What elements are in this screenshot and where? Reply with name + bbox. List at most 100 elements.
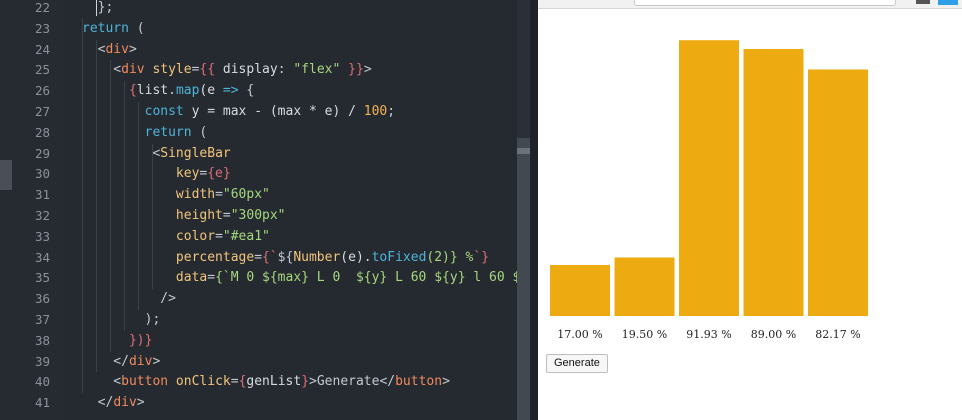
code-line[interactable]: 38 })} (0, 331, 538, 352)
code-token: "300px" (230, 208, 286, 223)
line-code: <button onClick={genList}>Generate</butt… (82, 372, 450, 393)
code-token: }; (82, 0, 114, 15)
line-number: 33 (34, 228, 50, 244)
code-token: = (222, 208, 231, 223)
code-token: SingleBar (160, 145, 231, 161)
code-token: const (82, 104, 184, 119)
code-token: ( (128, 20, 145, 36)
line-number: 41 (34, 395, 50, 411)
code-line[interactable]: 25 <div style={{ display: "flex" }}> (0, 60, 538, 81)
code-line[interactable]: 22 }; (0, 0, 538, 19)
code-token: > (152, 353, 161, 369)
code-line[interactable]: 36 /> (0, 289, 538, 310)
code-line[interactable]: 29 <SingleBar (0, 144, 538, 165)
indent-guide (152, 143, 153, 290)
code-token: => (222, 83, 239, 99)
line-number: 30 (34, 166, 50, 182)
bar (743, 49, 804, 316)
code-token: return (82, 20, 129, 36)
code-token: div (128, 353, 153, 369)
code-token: key (82, 166, 200, 182)
code-token: = (230, 374, 239, 390)
code-token: . (168, 83, 176, 99)
code-token: </ (82, 353, 129, 369)
code-token: map (175, 83, 200, 99)
indent-guide (82, 18, 83, 394)
line-number: 34 (34, 249, 50, 265)
line-number: 28 (34, 124, 50, 140)
line-number: 36 (34, 291, 50, 307)
code-token: div (113, 395, 137, 411)
code-token: list (136, 83, 169, 99)
line-number: 22 (34, 0, 50, 15)
line-code: height="300px" (82, 206, 286, 227)
code-line[interactable]: 39 </div> (0, 352, 538, 373)
code-line[interactable]: 24 <div> (0, 40, 538, 61)
code-token: toFixed (371, 249, 427, 265)
code-line[interactable]: 28 return ( (0, 123, 538, 144)
line-number: 26 (34, 83, 50, 99)
code-token: ( (191, 124, 208, 140)
indent-guide (110, 60, 111, 352)
line-number: 29 (34, 145, 50, 161)
bar-chart: 17.00 % 19.50 % 91.93 % 89.00 % 82.17 % (550, 40, 868, 341)
line-code: })} (82, 331, 153, 352)
code-line[interactable]: 35 data={`M 0 ${max} L 0 ${y} L 60 ${y} … (0, 268, 538, 289)
code-token: "#ea1" (222, 228, 270, 244)
code-token: button (121, 374, 169, 390)
bar-label: 82.17 % (815, 328, 860, 341)
line-number: 23 (34, 20, 50, 36)
indent-guide (138, 102, 139, 310)
code-line[interactable]: 33 color="#ea1" (0, 227, 538, 248)
code-token: >Generate</ (309, 374, 396, 390)
pane-divider[interactable] (530, 0, 538, 420)
code-token: = (215, 187, 223, 203)
line-number: 27 (34, 104, 50, 119)
code-token: < (82, 374, 122, 390)
code-line[interactable]: 37 ); (0, 310, 538, 331)
code-line[interactable]: 34 percentage={`${Number(e).toFixed(2)} … (0, 248, 538, 269)
code-token: ; (387, 104, 396, 119)
line-number: 38 (34, 332, 50, 348)
line-code: <div> (82, 40, 137, 61)
code-token: < (82, 145, 161, 161)
code-line[interactable]: 30 key={e} (0, 164, 538, 185)
code-token: return (82, 124, 192, 140)
code-token: : (277, 62, 294, 78)
code-line[interactable]: 41 </div> (0, 393, 538, 414)
browser-preview: 17.00 % 19.50 % 91.93 % 89.00 % 82.17 % Gene… (538, 0, 962, 420)
code-token: color (82, 228, 216, 244)
code-token: = (207, 270, 216, 286)
line-code: {list.map(e => { (82, 81, 254, 102)
bar-label: 17.00 % (557, 328, 602, 341)
editor-scrollbar-thumb[interactable] (517, 138, 530, 420)
code-line[interactable]: 32 height="300px" (0, 206, 538, 227)
line-code: }; (82, 0, 114, 19)
code-token: {{ (199, 62, 216, 78)
code-token: "flex" (293, 62, 341, 78)
line-number: 39 (34, 353, 50, 369)
code-token: width (82, 187, 216, 203)
code-token: y = max - (max * e) / (183, 104, 364, 119)
code-token: {`M 0 ${max} L 0 ${y} L 60 ${y} l 60 ${m (215, 270, 536, 286)
code-line[interactable]: 27 const y = max - (max * e) / 100; (0, 102, 538, 123)
code-line[interactable]: 31 width="60px" (0, 185, 538, 206)
code-line[interactable]: 23 return ( (0, 19, 538, 40)
code-token: 100 (363, 104, 388, 119)
bar (614, 257, 675, 316)
code-token: {` (262, 249, 278, 265)
code-line[interactable]: 40 <button onClick={genList}>Generate</b… (0, 372, 538, 393)
code-token: { (238, 83, 255, 99)
line-code: </div> (82, 352, 160, 373)
code-token: > (363, 62, 372, 78)
code-token: ${ (277, 249, 294, 265)
line-code: return ( (82, 123, 208, 144)
code-token: button (395, 374, 443, 390)
code-token: `} (473, 249, 490, 265)
code-token: = (254, 249, 263, 265)
code-editor: 22 }; 23 return (24 <div> 25 <div style={{ … (0, 0, 538, 420)
code-line[interactable]: 26 {list.map(e => { (0, 81, 538, 102)
code-token: genList (246, 374, 302, 390)
generate-button[interactable]: Generate (546, 354, 608, 373)
line-number: 31 (34, 187, 50, 203)
